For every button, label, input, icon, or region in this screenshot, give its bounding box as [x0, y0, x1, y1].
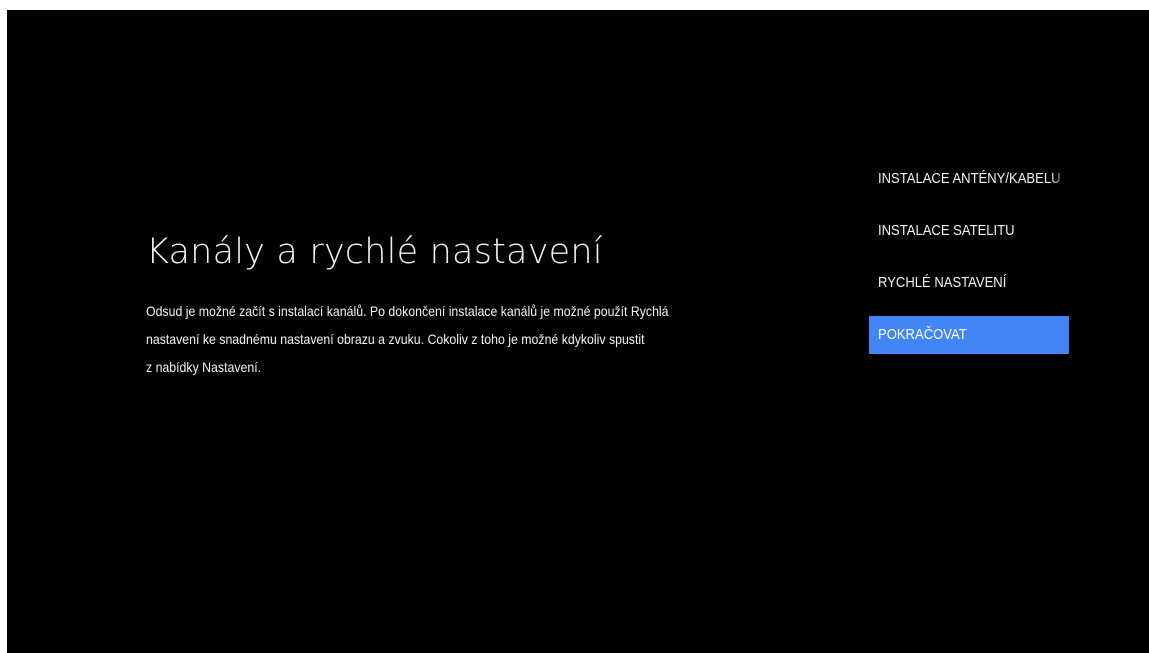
description-text: Odsud je možné začít s instalací kanálů.…	[146, 297, 836, 381]
menu-item-quick-settings[interactable]: RYCHLÉ NASTAVENÍ	[869, 264, 1069, 302]
tv-setup-screen: Kanály a rychlé nastavení Odsud je možné…	[7, 10, 1149, 653]
menu-item-satellite-installation[interactable]: INSTALACE SATELITU	[869, 212, 1069, 250]
menu-item-label: INSTALACE SATELITU	[878, 223, 1015, 239]
description-line: nastavení ke snadnému nastavení obrazu a…	[146, 331, 645, 347]
description-line: z nabídky Nastavení.	[146, 359, 262, 375]
menu-item-label: INSTALACE ANTÉNY/KABELU	[878, 171, 1061, 187]
setup-options-menu: INSTALACE ANTÉNY/KABELU INSTALACE SATELI…	[869, 160, 1069, 368]
page-title: Kanály a rychlé nastavení	[146, 232, 603, 272]
menu-item-antenna-cable-installation[interactable]: INSTALACE ANTÉNY/KABELU	[869, 160, 1069, 198]
menu-item-continue[interactable]: POKRAČOVAT	[869, 316, 1069, 354]
menu-item-label: POKRAČOVAT	[878, 327, 967, 343]
menu-item-label: RYCHLÉ NASTAVENÍ	[878, 275, 1007, 291]
description-line: Odsud je možné začít s instalací kanálů.…	[146, 303, 669, 319]
